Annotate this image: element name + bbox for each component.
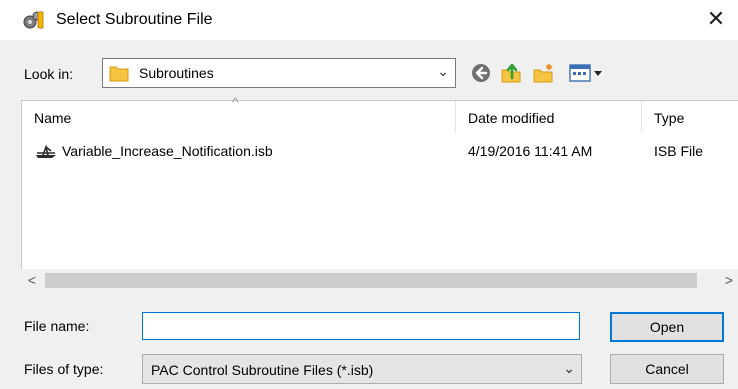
chevron-down-icon[interactable]: ⌄ xyxy=(563,360,575,377)
title-bar: Select Subroutine File ✕ xyxy=(0,0,738,40)
chevron-down-icon[interactable]: ⌄ xyxy=(437,63,449,80)
file-name-cell: Variable_Increase_Notification.isb xyxy=(62,143,273,159)
date-modified-cell: 4/19/2016 11:41 AM xyxy=(468,143,593,159)
column-header-label: Type xyxy=(654,110,685,126)
back-icon[interactable] xyxy=(470,62,492,84)
new-folder-icon[interactable] xyxy=(532,62,554,84)
select-subroutine-file-dialog: Select Subroutine File ✕ Look in: Subrou… xyxy=(0,0,738,389)
cancel-button[interactable]: Cancel xyxy=(610,354,724,384)
file-row[interactable]: Variable_Increase_Notification.isb 4/19/… xyxy=(22,139,738,163)
column-header-type[interactable]: Type xyxy=(642,101,738,133)
scrollbar-thumb[interactable] xyxy=(45,273,697,288)
scroll-right-icon[interactable]: > xyxy=(722,271,736,289)
open-button[interactable]: Open xyxy=(610,312,724,342)
files-of-type-value: PAC Control Subroutine Files (*.isb) xyxy=(151,362,374,378)
subroutine-file-icon xyxy=(36,144,56,158)
column-header-label: Date modified xyxy=(468,110,555,126)
views-menu-icon[interactable] xyxy=(568,62,614,84)
type-cell: ISB File xyxy=(654,143,704,159)
close-button[interactable]: ✕ xyxy=(694,0,738,40)
scroll-left-icon[interactable]: < xyxy=(25,271,39,289)
files-of-type-dropdown[interactable]: PAC Control Subroutine Files (*.isb) ⌄ xyxy=(142,354,582,384)
horizontal-scrollbar[interactable]: < > xyxy=(21,269,738,292)
files-of-type-label: Files of type: xyxy=(24,361,104,377)
folder-icon xyxy=(109,66,129,82)
file-name-input[interactable] xyxy=(142,312,580,340)
app-icon xyxy=(23,11,44,29)
column-header-date-modified[interactable]: Date modified xyxy=(456,101,642,133)
sort-ascending-icon: ^ xyxy=(232,94,239,110)
up-folder-icon[interactable] xyxy=(500,62,522,84)
column-header-name[interactable]: ^ Name xyxy=(22,94,456,133)
column-header-label: Name xyxy=(34,110,72,126)
file-list[interactable]: ^ Name Date modified Type Variable_Incre… xyxy=(21,94,738,292)
look-in-dropdown[interactable]: Subroutines ⌄ xyxy=(102,58,456,88)
look-in-value: Subroutines xyxy=(139,65,214,81)
file-name-label: File name: xyxy=(24,318,90,334)
look-in-label: Look in: xyxy=(24,66,74,82)
window-title: Select Subroutine File xyxy=(56,11,213,28)
